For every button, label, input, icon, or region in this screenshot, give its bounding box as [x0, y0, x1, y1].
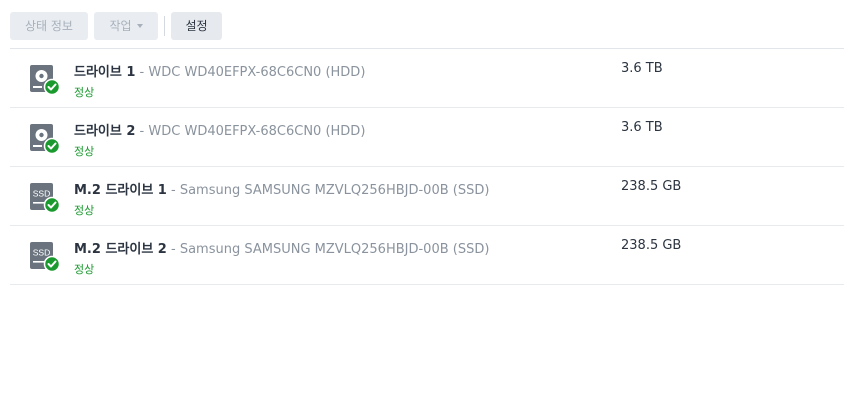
disk-status: 정상 — [74, 204, 95, 217]
disk-name: M.2 드라이브 1 — [74, 183, 167, 198]
settings-button[interactable]: 설정 — [171, 12, 222, 40]
toolbar: 상태 정보 작업 설정 — [10, 12, 228, 40]
action-dropdown-button[interactable]: 작업 — [94, 12, 158, 40]
disk-name: 드라이브 2 — [74, 124, 136, 139]
disk-list: 드라이브 1 - WDC WD40EFPX-68C6CN0 (HDD) 정상 3… — [10, 48, 844, 285]
disk-name-line: 드라이브 1 - WDC WD40EFPX-68C6CN0 (HDD) — [74, 61, 365, 80]
disk-capacity: 3.6 TB — [621, 120, 663, 135]
disk-model: Samsung SAMSUNG MZVLQ256HBJD-00B (SSD) — [179, 183, 490, 198]
name-separator: - — [135, 124, 149, 139]
caret-down-icon — [136, 24, 143, 28]
disk-capacity: 3.6 TB — [621, 61, 663, 76]
disk-row[interactable]: SSD M.2 드라이브 2 - Samsung SAMSUNG MZVLQ25… — [10, 226, 844, 285]
disk-model: Samsung SAMSUNG MZVLQ256HBJD-00B (SSD) — [179, 242, 490, 257]
toolbar-separator — [164, 16, 165, 36]
name-separator: - — [166, 242, 180, 257]
disk-name-line: M.2 드라이브 2 - Samsung SAMSUNG MZVLQ256HBJ… — [74, 238, 489, 257]
ssd-icon-text: SSD — [33, 189, 50, 199]
disk-row[interactable]: SSD M.2 드라이브 1 - Samsung SAMSUNG MZVLQ25… — [10, 167, 844, 226]
hdd-icon — [30, 124, 61, 155]
settings-label: 설정 — [185, 19, 208, 33]
ssd-icon: SSD — [30, 242, 61, 273]
disk-model: WDC WD40EFPX-68C6CN0 (HDD) — [148, 124, 366, 139]
disk-name-line: M.2 드라이브 1 - Samsung SAMSUNG MZVLQ256HBJ… — [74, 179, 489, 198]
disk-row[interactable]: 드라이브 1 - WDC WD40EFPX-68C6CN0 (HDD) 정상 3… — [10, 49, 844, 108]
disk-name-line: 드라이브 2 - WDC WD40EFPX-68C6CN0 (HDD) — [74, 120, 365, 139]
status-info-button[interactable]: 상태 정보 — [10, 12, 88, 40]
disk-status: 정상 — [74, 263, 95, 276]
disk-status: 정상 — [74, 86, 95, 99]
disk-row[interactable]: 드라이브 2 - WDC WD40EFPX-68C6CN0 (HDD) 정상 3… — [10, 108, 844, 167]
status-info-label: 상태 정보 — [25, 19, 73, 33]
ssd-icon-text: SSD — [33, 248, 50, 258]
disk-status: 정상 — [74, 145, 95, 158]
disk-model: WDC WD40EFPX-68C6CN0 (HDD) — [148, 65, 366, 80]
name-separator: - — [166, 183, 180, 198]
hdd-icon — [30, 65, 61, 96]
disk-capacity: 238.5 GB — [621, 179, 682, 194]
name-separator: - — [135, 65, 149, 80]
disk-name: 드라이브 1 — [74, 65, 136, 80]
disk-name: M.2 드라이브 2 — [74, 242, 167, 257]
action-label: 작업 — [109, 19, 132, 33]
ssd-icon: SSD — [30, 183, 61, 214]
disk-capacity: 238.5 GB — [621, 238, 682, 253]
